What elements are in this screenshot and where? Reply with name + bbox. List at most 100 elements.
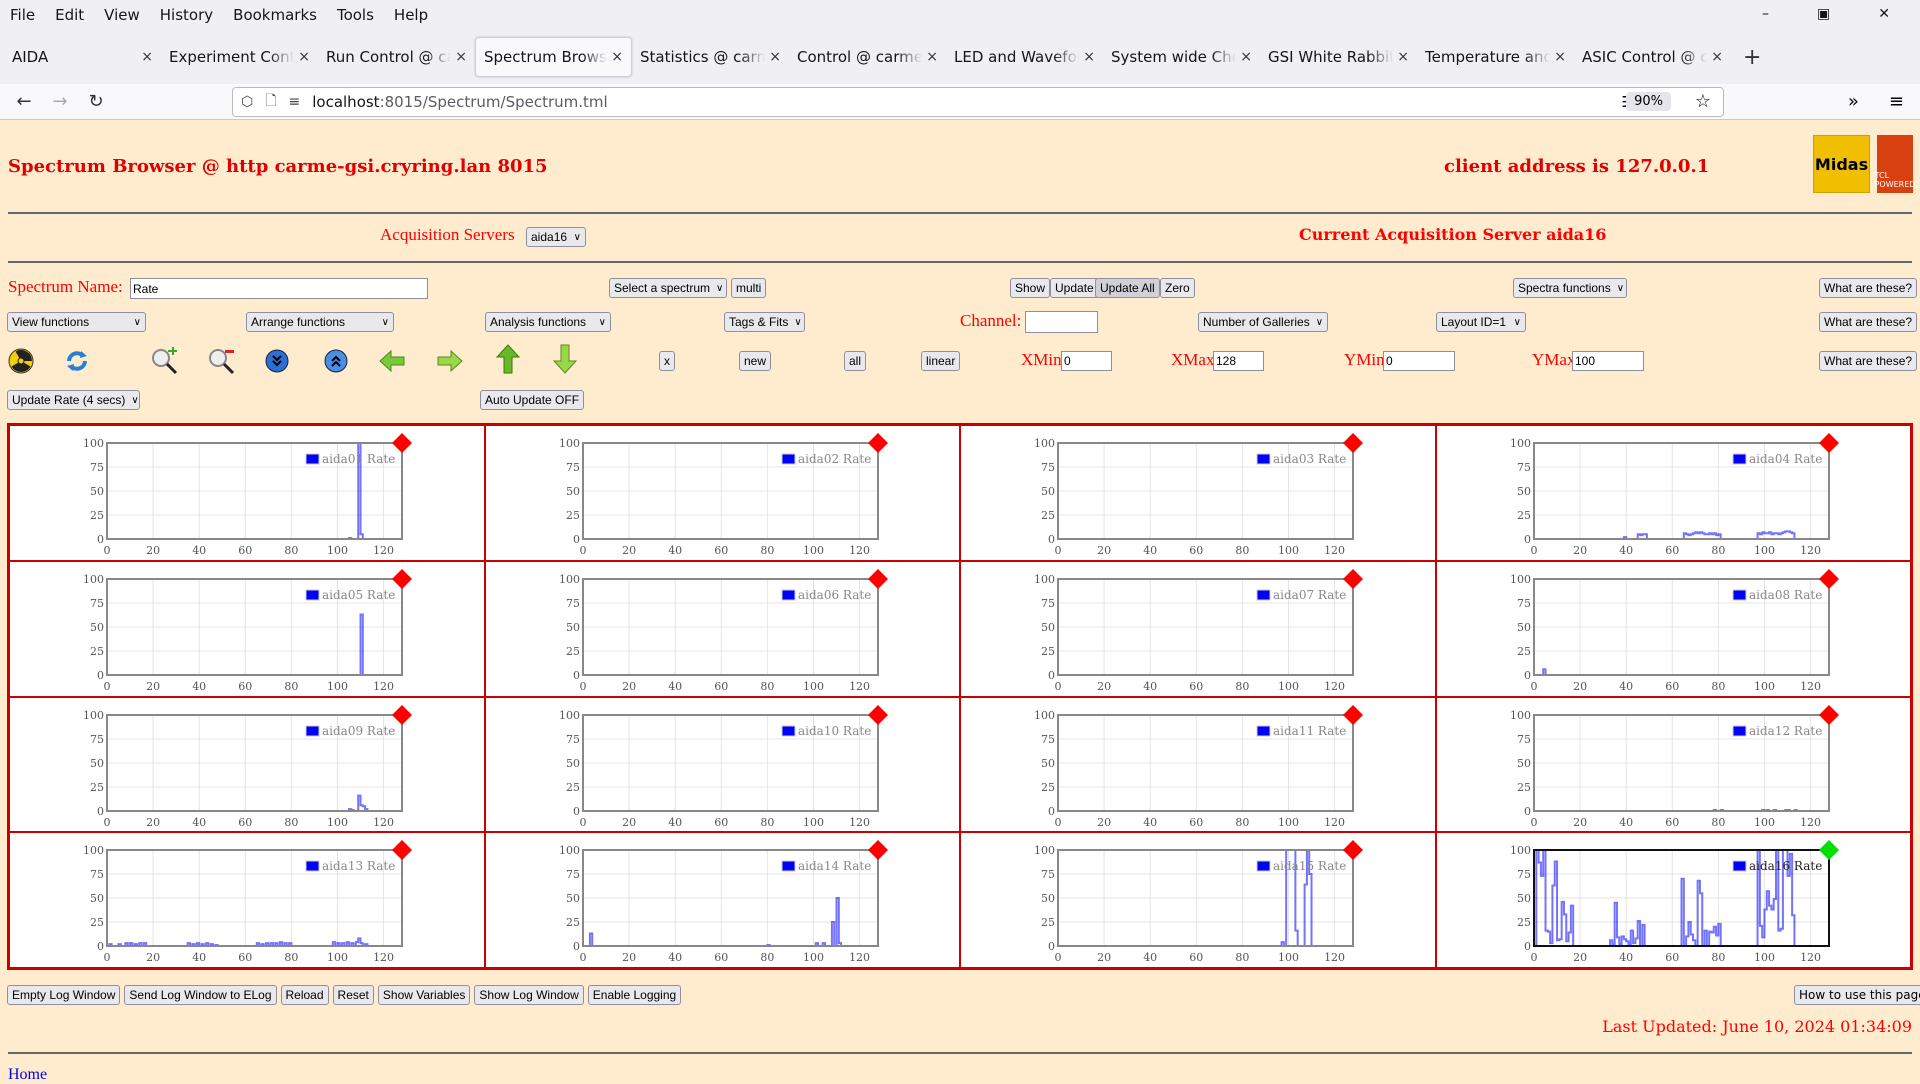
close-tab-icon[interactable]: × xyxy=(141,49,153,65)
back-icon[interactable]: ← xyxy=(6,91,42,112)
spectrum-name-input[interactable] xyxy=(130,278,428,299)
arrow-down-icon[interactable] xyxy=(551,344,579,374)
analysis-functions-select[interactable]: Analysis functions ∨ xyxy=(485,312,611,332)
view-functions-select[interactable]: View functions ∨ xyxy=(7,312,146,332)
update-rate-select[interactable]: Update Rate (4 secs) ∨ xyxy=(7,390,140,410)
status-marker[interactable] xyxy=(867,704,888,725)
close-tab-icon[interactable]: × xyxy=(1240,49,1252,65)
tab-7[interactable]: System wide Check× xyxy=(1103,37,1260,77)
what-are-these-button-3[interactable]: What are these? xyxy=(1819,351,1918,371)
ymin-input[interactable] xyxy=(1383,351,1455,371)
multi-button[interactable]: multi xyxy=(731,278,767,298)
status-marker[interactable] xyxy=(392,433,412,453)
select-spectrum[interactable]: Select a spectrum ∨ xyxy=(609,278,727,298)
status-marker[interactable] xyxy=(1818,840,1839,861)
tab-5[interactable]: Control @ carme-gsi× xyxy=(789,37,946,77)
tab-2[interactable]: Run Control @ carme× xyxy=(318,37,475,77)
footer-button-send-log-window-to-elog[interactable]: Send Log Window to ELog xyxy=(124,985,277,1005)
spectrum-panel[interactable]: 0 20 40 60 80 100 120 0 25 50 75 100 aida03 Rate xyxy=(960,425,1436,561)
spectrum-panel[interactable]: 0 20 40 60 80 100 120 0 25 50 75 100 aida09 Rate xyxy=(9,696,485,833)
close-tab-icon[interactable]: × xyxy=(1554,49,1566,65)
refresh-icon[interactable] xyxy=(63,347,91,375)
spectra-functions-select[interactable]: Spectra functions ∨ xyxy=(1513,278,1627,298)
linear-button[interactable]: linear xyxy=(921,351,961,371)
spectrum-panel[interactable]: 0 20 40 60 80 100 120 0 25 50 75 100 aida04 Rate xyxy=(1435,425,1911,561)
status-marker[interactable] xyxy=(1818,568,1839,589)
spectrum-panel[interactable]: 0 20 40 60 80 100 120 0 25 50 75 100 aida13 Rate xyxy=(9,832,485,968)
menu-view[interactable]: View xyxy=(104,6,140,24)
spectrum-panel[interactable]: 0 20 40 60 80 100 120 0 25 50 75 100 aida14 Rate xyxy=(484,832,960,968)
update-all-button[interactable]: Update All xyxy=(1095,278,1160,298)
spectrum-panel[interactable]: 0 20 40 60 80 100 120 0 25 50 75 100 aida02 Rate xyxy=(484,425,960,561)
footer-button-enable-logging[interactable]: Enable Logging xyxy=(587,985,682,1005)
spectrum-panel[interactable]: 0 20 40 60 80 100 120 0 25 50 75 100 aida11 Rate xyxy=(960,696,1436,833)
spectrum-panel[interactable]: 0 20 40 60 80 100 120 0 25 50 75 100 aida05 Rate xyxy=(9,560,485,697)
status-marker[interactable] xyxy=(1818,433,1839,453)
menu-help[interactable]: Help xyxy=(394,6,428,24)
how-to-use-button[interactable]: How to use this page xyxy=(1794,985,1920,1005)
what-are-these-button-1[interactable]: What are these? xyxy=(1819,278,1918,298)
forward-icon[interactable]: → xyxy=(42,91,78,112)
spectrum-panel[interactable]: 0 20 40 60 80 100 120 0 25 50 75 100 aida12 Rate xyxy=(1435,696,1911,833)
zoom-out-icon[interactable] xyxy=(207,347,235,375)
spectrum-panel[interactable]: 0 20 40 60 80 100 120 0 25 50 75 100 aida01 Rate xyxy=(9,425,485,561)
close-tab-icon[interactable]: × xyxy=(1083,49,1095,65)
tab-3[interactable]: Spectrum Browser× xyxy=(475,37,632,77)
close-tab-icon[interactable]: × xyxy=(1711,49,1723,65)
footer-button-reload[interactable]: Reload xyxy=(280,985,329,1005)
xmin-input[interactable] xyxy=(1061,351,1112,371)
maximize-icon[interactable]: ▣ xyxy=(1817,6,1830,22)
close-window-icon[interactable]: ✕ xyxy=(1878,6,1890,22)
arrange-functions-select[interactable]: Arrange functions ∨ xyxy=(246,312,394,332)
auto-update-button[interactable]: Auto Update OFF xyxy=(480,390,585,410)
close-tab-icon[interactable]: × xyxy=(611,49,623,65)
ymax-input[interactable] xyxy=(1572,351,1644,371)
zero-button[interactable]: Zero xyxy=(1160,278,1195,298)
arrow-up-icon[interactable] xyxy=(494,344,522,374)
status-marker[interactable] xyxy=(392,704,412,725)
arrow-right-icon[interactable] xyxy=(436,347,464,375)
tab-4[interactable]: Statistics @ carme× xyxy=(632,37,789,77)
spectrum-panel[interactable]: 0 20 40 60 80 100 120 0 25 50 75 100 aida06 Rate xyxy=(484,560,960,697)
tab-9[interactable]: Temperature and st× xyxy=(1417,37,1574,77)
x-button[interactable]: x xyxy=(659,351,675,371)
tab-6[interactable]: LED and Waveform× xyxy=(946,37,1103,77)
spectrum-panel[interactable]: 0 20 40 60 80 100 120 0 25 50 75 100 aida16 Rate xyxy=(1435,832,1911,968)
footer-button-show-log-window[interactable]: Show Log Window xyxy=(474,985,584,1005)
spectrum-panel[interactable]: 0 20 40 60 80 100 120 0 25 50 75 100 aida07 Rate xyxy=(960,560,1436,697)
footer-button-empty-log-window[interactable]: Empty Log Window xyxy=(7,985,121,1005)
app-menu-icon[interactable]: ≡ xyxy=(1889,91,1904,112)
close-tab-icon[interactable]: × xyxy=(455,49,467,65)
update-button[interactable]: Update xyxy=(1050,278,1099,298)
zoom-level[interactable]: 90% xyxy=(1626,92,1671,111)
bookmark-star-icon[interactable]: ☆ xyxy=(1695,91,1711,112)
permissions-icon[interactable]: ≡ xyxy=(289,94,301,110)
close-tab-icon[interactable]: × xyxy=(926,49,938,65)
tab-8[interactable]: GSI White Rabbit T× xyxy=(1260,37,1417,77)
reload-icon[interactable]: ↻ xyxy=(78,91,114,112)
expand-down-icon[interactable] xyxy=(263,347,291,375)
tab-1[interactable]: Experiment Control× xyxy=(161,37,318,77)
show-button[interactable]: Show xyxy=(1010,278,1051,298)
status-marker[interactable] xyxy=(392,840,412,861)
expand-up-icon[interactable] xyxy=(322,347,350,375)
close-tab-icon[interactable]: × xyxy=(1397,49,1409,65)
spectrum-panel[interactable]: 0 20 40 60 80 100 120 0 25 50 75 100 aida08 Rate xyxy=(1435,560,1911,697)
status-marker[interactable] xyxy=(867,568,888,589)
menu-file[interactable]: File xyxy=(10,6,35,24)
arrow-left-icon[interactable] xyxy=(378,347,406,375)
home-link[interactable]: Home xyxy=(8,1066,47,1084)
close-tab-icon[interactable]: × xyxy=(298,49,310,65)
menu-tools[interactable]: Tools xyxy=(337,6,374,24)
menu-edit[interactable]: Edit xyxy=(55,6,84,24)
tags-fits-select[interactable]: Tags & Fits ∨ xyxy=(724,312,805,332)
status-marker[interactable] xyxy=(1818,704,1839,725)
tab-0[interactable]: AIDA × xyxy=(4,37,161,77)
zoom-in-icon[interactable] xyxy=(150,347,178,375)
new-tab-icon[interactable]: + xyxy=(1743,45,1761,70)
status-marker[interactable] xyxy=(867,433,888,453)
channel-input[interactable] xyxy=(1025,311,1098,333)
close-tab-icon[interactable]: × xyxy=(769,49,781,65)
menu-bookmarks[interactable]: Bookmarks xyxy=(233,6,317,24)
status-marker[interactable] xyxy=(1343,840,1363,861)
